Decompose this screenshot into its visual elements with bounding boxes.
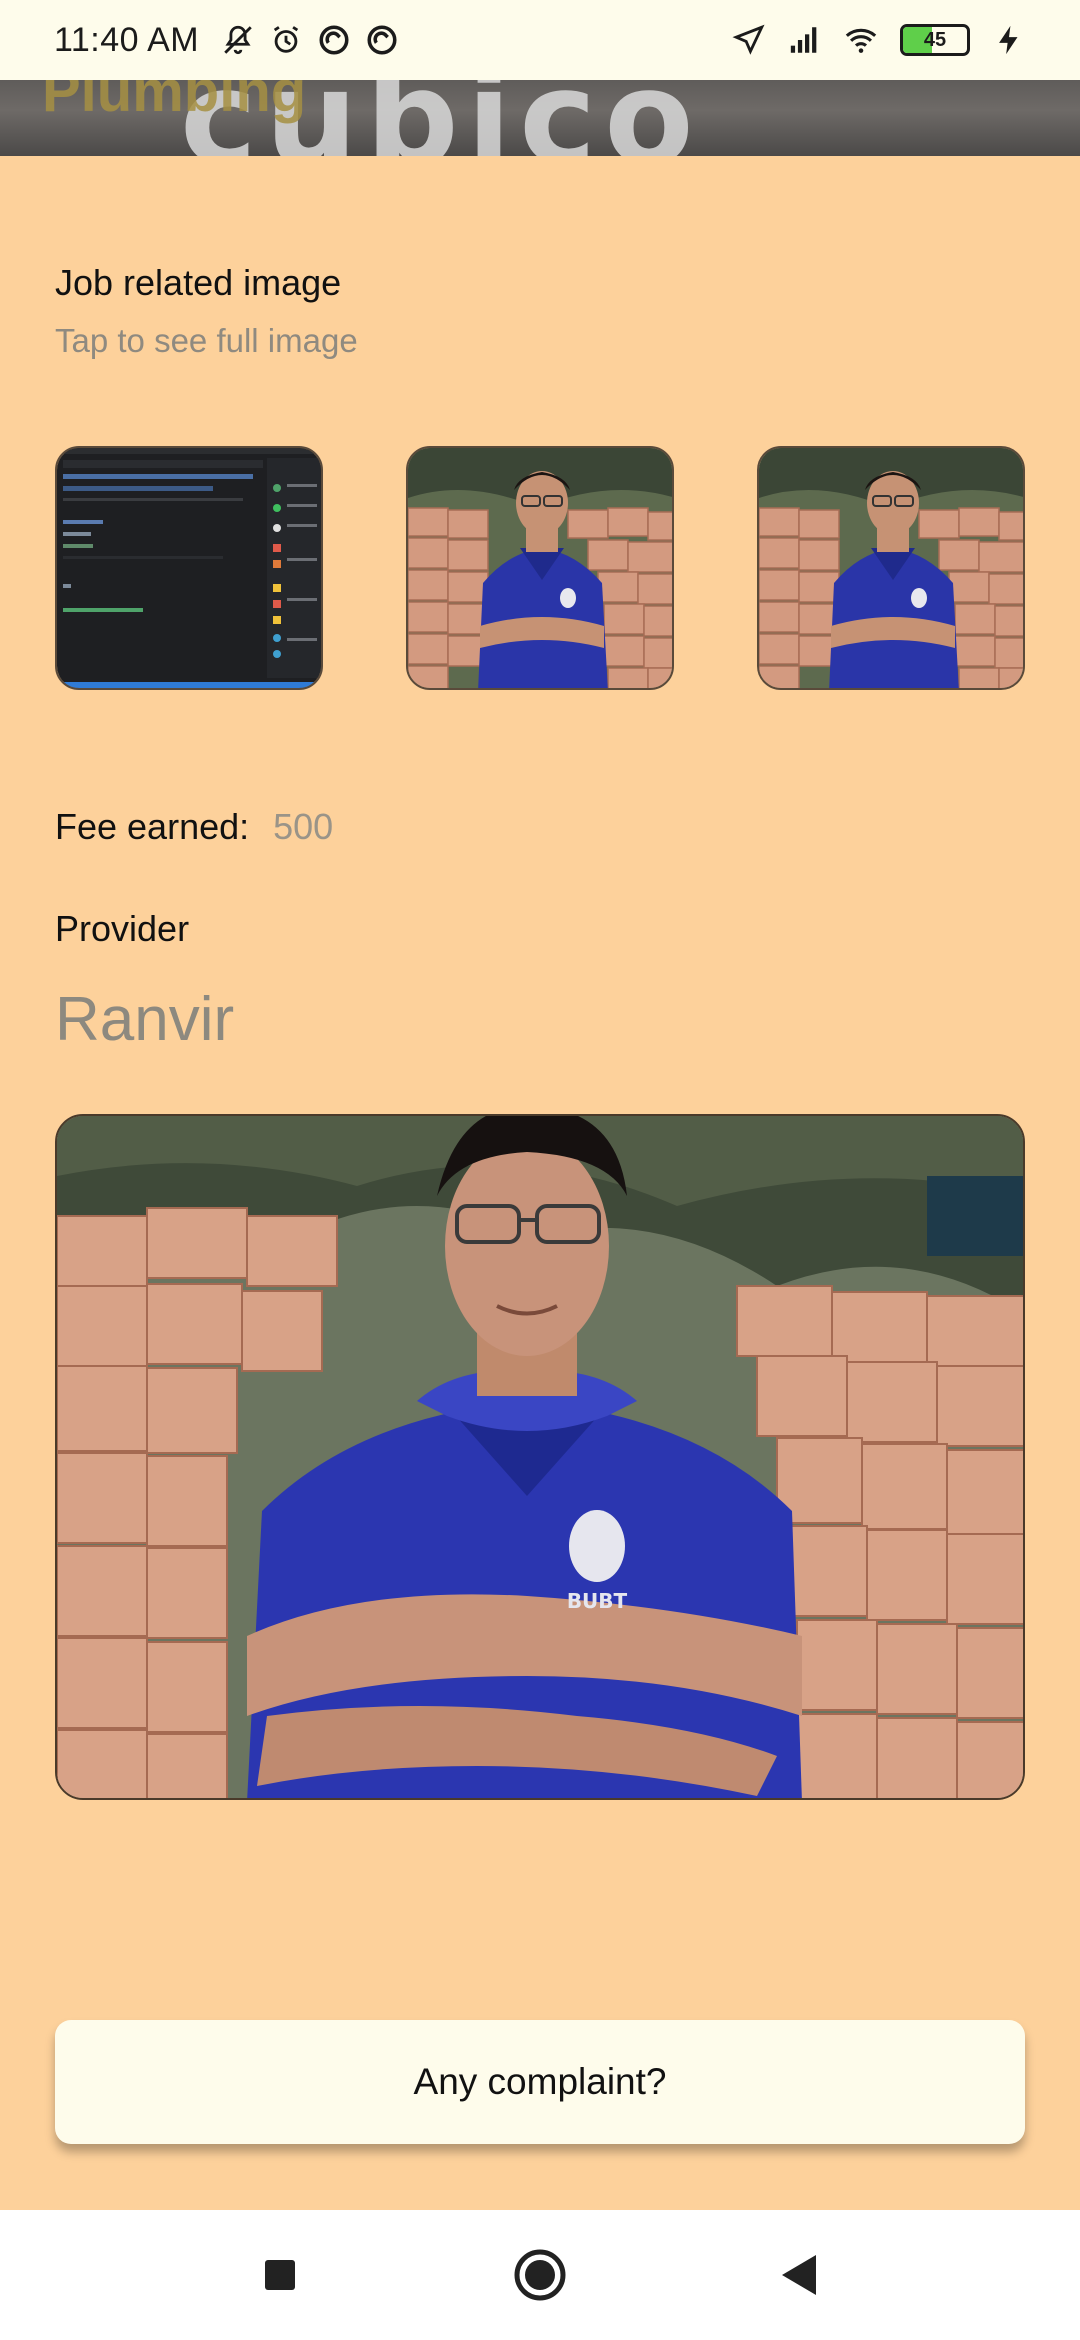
battery-icon: 45 <box>900 24 970 56</box>
status-time: 11:40 AM <box>54 20 200 59</box>
sync-icon <box>319 25 349 55</box>
signal-icon <box>790 27 817 53</box>
svg-text:BUBT: BUBT <box>567 1589 628 1613</box>
complaint-button[interactable]: Any complaint? <box>55 2020 1025 2144</box>
fee-label: Fee earned: <box>55 806 250 847</box>
job-images-subtitle: Tap to see full image <box>55 322 358 359</box>
provider-photo-image: BUBT <box>57 1116 1023 1798</box>
job-images-title: Job related image <box>55 262 342 303</box>
category-title: Plumbing <box>42 80 307 124</box>
person-photo-image <box>408 448 672 688</box>
status-left-icons <box>221 23 399 57</box>
status-bar: 11:40 AM 45 <box>0 0 1080 80</box>
location-icon <box>732 24 765 55</box>
code-editor-screenshot-image <box>57 448 321 688</box>
wifi-icon <box>845 28 877 53</box>
alarm-icon <box>274 26 299 53</box>
battery-level: 45 <box>923 28 947 51</box>
back-button[interactable] <box>770 2245 830 2305</box>
fee-row: Fee earned: 500 <box>55 806 333 848</box>
recents-button[interactable] <box>250 2245 310 2305</box>
fee-value: 500 <box>273 806 334 847</box>
recents-square-icon <box>265 2260 295 2290</box>
home-circle-icon <box>514 2249 566 2301</box>
person-photo-image <box>759 448 1023 688</box>
header-cover-image: cubico Plumbing <box>0 80 1080 156</box>
home-button[interactable] <box>510 2245 570 2305</box>
job-image-thumbnail[interactable] <box>406 446 674 690</box>
battery-indicator: 45 <box>900 24 970 56</box>
job-image-thumbnail[interactable] <box>757 446 1025 690</box>
mute-icon <box>224 25 252 55</box>
job-detail-screen: 11:40 AM 45 cubico Plumbing Job related … <box>0 0 1080 2340</box>
system-navigation-bar <box>0 2210 1080 2340</box>
back-triangle-icon <box>782 2255 816 2295</box>
status-right-icons: 45 <box>732 23 1026 57</box>
provider-title: Provider <box>55 908 190 949</box>
job-image-thumbnail[interactable] <box>55 446 323 690</box>
sync-icon <box>367 25 397 55</box>
charging-icon <box>999 25 1018 55</box>
provider-name: Ranvir <box>55 985 235 1054</box>
provider-photo[interactable]: BUBT <box>55 1114 1025 1800</box>
